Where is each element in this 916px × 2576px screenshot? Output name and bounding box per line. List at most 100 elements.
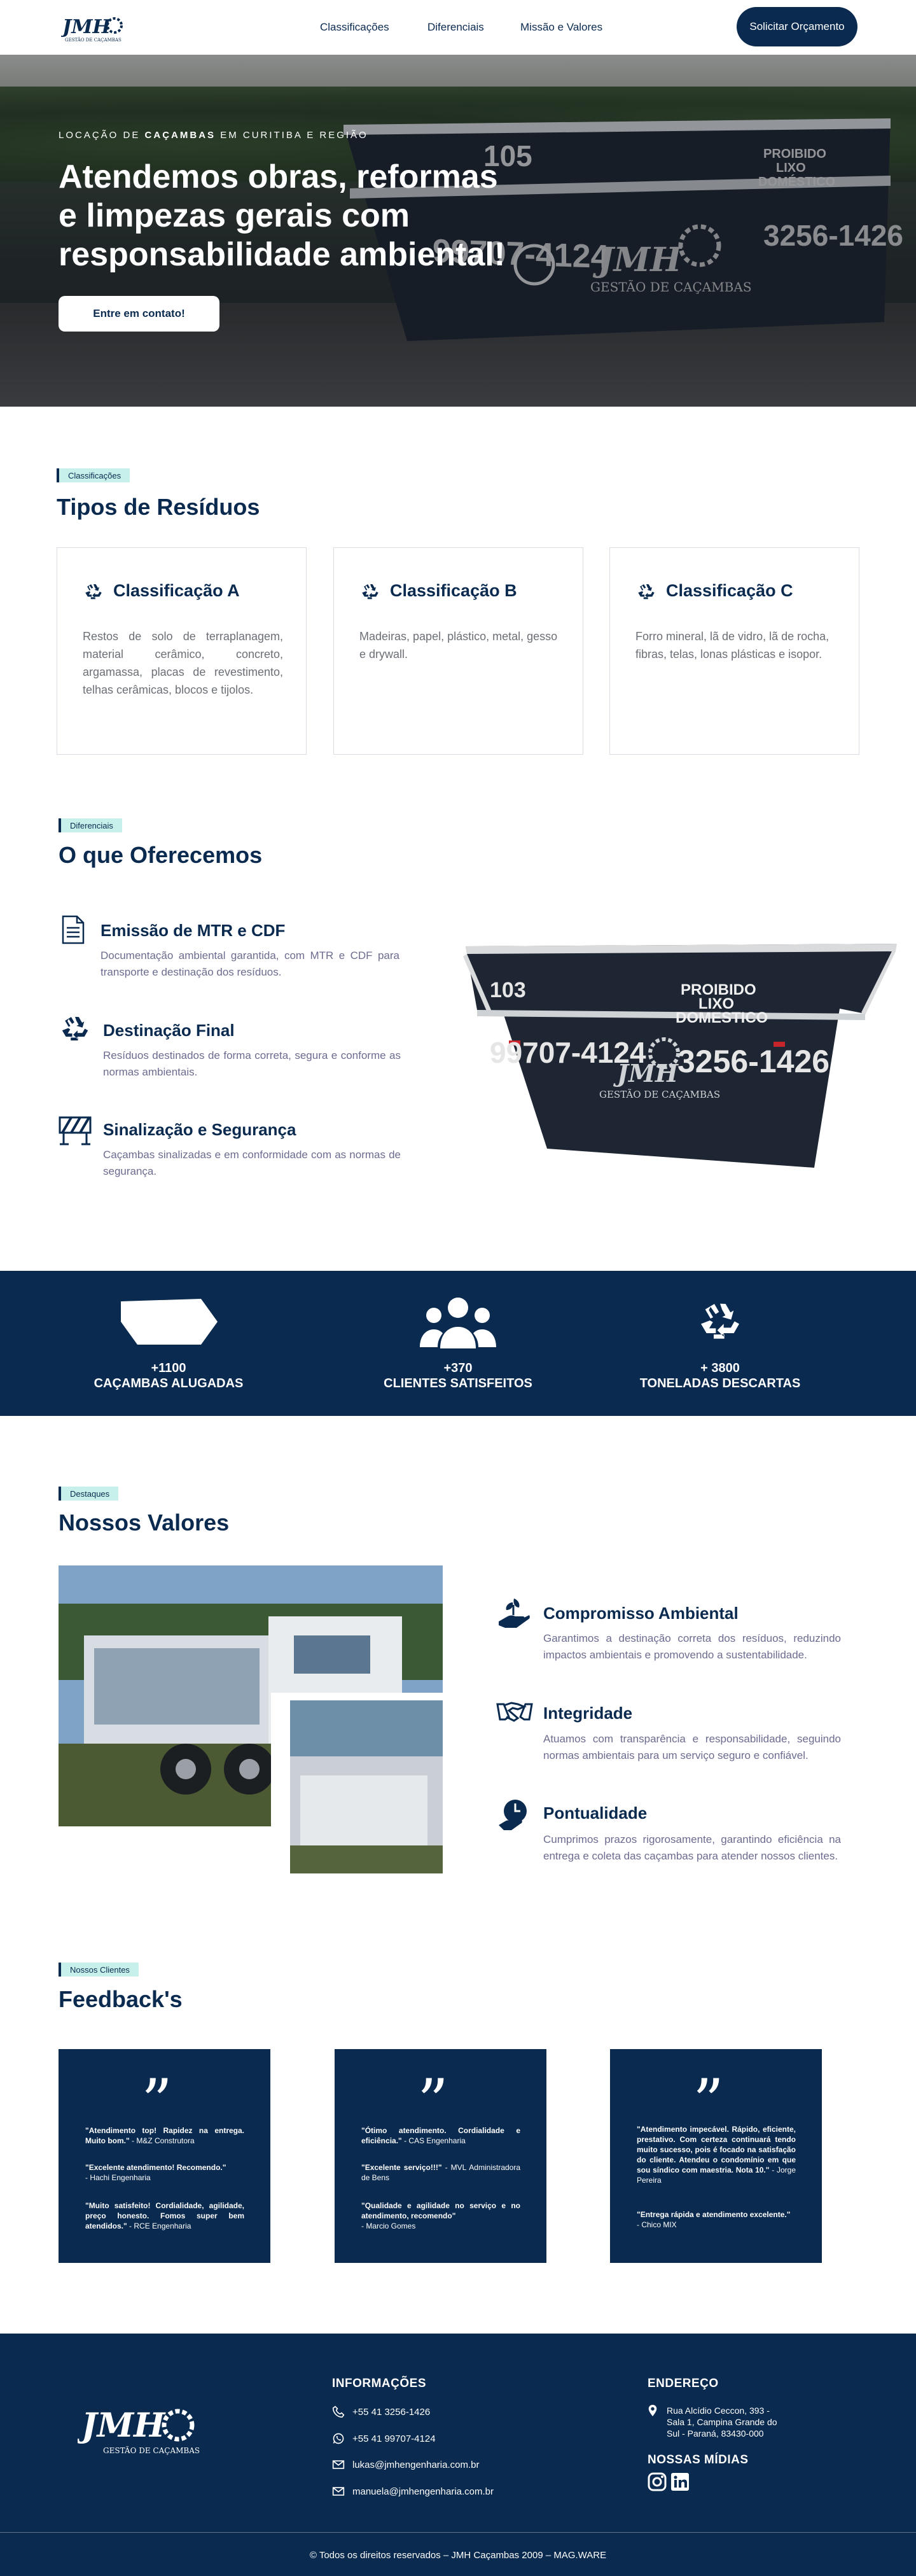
- svg-text:GESTÃO DE CAÇAMBAS: GESTÃO DE CAÇAMBAS: [65, 37, 121, 43]
- footer-copyright: © Todos os direitos reservados – JMH Caç…: [309, 2550, 607, 2561]
- value-title-integridade: Integridade: [543, 1704, 633, 1723]
- svg-text:JMH: JMH: [78, 2406, 166, 2445]
- card-text: Forro mineral, lã de vidro, lã de rocha,…: [635, 630, 829, 661]
- people-icon: [420, 1298, 496, 1348]
- footer-logo[interactable]: JMH GESTÃO DE CAÇAMBAS: [78, 2400, 211, 2458]
- value-text-ambiental: Garantimos a destinação correta dos resí…: [543, 1632, 841, 1661]
- nav-classificacoes[interactable]: Classificações: [320, 21, 389, 34]
- location-pin-icon: [648, 2405, 657, 2416]
- testimonial: "Atendimento top! Rapidez na entrega. Mu…: [85, 2126, 244, 2145]
- stat-label: CAÇAMBAS ALUGADAS: [94, 1376, 244, 1390]
- nav-missao-valores[interactable]: Missão e Valores: [520, 21, 602, 34]
- stat-number: + 3800: [700, 1361, 740, 1375]
- offer-text-sinalizacao: Caçambas sinalizadas e em conformidade c…: [103, 1149, 401, 1177]
- section-title-valores: Nossos Valores: [59, 1509, 230, 1536]
- feedback-card-2: ” "Ótimo atendimento. Cordialidade e efi…: [335, 2049, 546, 2263]
- footer-email-1[interactable]: lukas@jmhengenharia.com.br: [352, 2460, 480, 2470]
- card-text: Madeiras, papel, plástico, metal, gesso …: [359, 630, 558, 661]
- section-tag-classificacoes: Classificações: [57, 468, 130, 482]
- recycle-icon: [62, 1016, 88, 1040]
- hero-kicker: LOCAÇÃO DE CAÇAMBAS EM CURITIBA E REGIÃO: [59, 130, 368, 141]
- bin-logo: JMH: [613, 1059, 679, 1088]
- card-classificacao-c: Classificação C Forro mineral, lã de vid…: [609, 547, 859, 755]
- offer-text-destinacao: Resíduos destinados de forma correta, se…: [103, 1049, 401, 1078]
- stat-label: TONELADAS DESCARTAS: [639, 1376, 801, 1390]
- stat-number: +1100: [151, 1361, 186, 1375]
- svg-text:GESTÃO DE CAÇAMBAS: GESTÃO DE CAÇAMBAS: [103, 2446, 200, 2455]
- card-classificacao-a: Classificação A Restos de solo de terrap…: [57, 547, 307, 755]
- footer-address-title: ENDEREÇO: [648, 2377, 719, 2390]
- section-tag-destaques: Destaques: [59, 1487, 119, 1501]
- offer-title-destinacao: Destinação Final: [103, 1021, 235, 1040]
- card-title: Classificação A: [113, 581, 240, 600]
- truck-photo: [59, 1565, 443, 1873]
- testimonial: "Excelente serviço!!!" - MVL Administrad…: [361, 2163, 521, 2182]
- footer-info-title: INFORMAÇÕES: [332, 2377, 426, 2390]
- testimonial: "Qualidade e agilidade no serviço e no a…: [361, 2201, 520, 2230]
- footer-divider: [0, 2532, 916, 2533]
- bin-number: 103: [490, 978, 526, 1002]
- bin-phone-2: 3256-1426: [677, 1044, 829, 1079]
- footer-social-title: NOSSAS MÍDIAS: [648, 2453, 749, 2467]
- site-footer: JMH GESTÃO DE CAÇAMBAS INFORMAÇÕES +55 4…: [0, 2334, 916, 2576]
- quote-icon: ”: [693, 2066, 725, 2138]
- testimonial: "Atendimento impecável. Rápido, eficient…: [637, 2125, 796, 2185]
- testimonial: "Ótimo atendimento. Cordialidade e efici…: [361, 2126, 520, 2145]
- document-icon: [62, 915, 85, 944]
- svg-text:JMH: JMH: [61, 16, 111, 38]
- jmh-logo[interactable]: JMH GESTÃO DE CAÇAMBAS: [61, 11, 131, 45]
- feedback-card-3: ” "Atendimento impecável. Rápido, eficie…: [610, 2049, 822, 2263]
- footer-phone[interactable]: +55 41 3256-1426: [352, 2407, 430, 2418]
- instagram-icon[interactable]: [648, 2472, 667, 2491]
- section-tag-clientes: Nossos Clientes: [59, 1963, 139, 1977]
- clock-icon: [499, 1800, 527, 1830]
- stat-label: CLIENTES SATISFEITOS: [384, 1376, 532, 1390]
- container-icon: [121, 1299, 218, 1345]
- quote-icon: ”: [417, 2066, 449, 2138]
- card-classificacao-b: Classificação B Madeiras, papel, plástic…: [333, 547, 583, 755]
- handshake-icon: [496, 1702, 533, 1722]
- recycle-icon: [638, 584, 655, 599]
- value-text-pontualidade: Cumprimos prazos rigorosamente, garantin…: [543, 1833, 841, 1862]
- card-title: Classificação B: [390, 581, 517, 600]
- bin-logo-sub: GESTÃO DE CAÇAMBAS: [599, 1089, 720, 1100]
- stat-number: +370: [443, 1361, 473, 1375]
- linkedin-icon[interactable]: [670, 2472, 690, 2491]
- section-title-oferecemos: O que Oferecemos: [59, 842, 263, 868]
- card-title: Classificação C: [666, 581, 793, 600]
- offer-title-sinalizacao: Sinalização e Segurança: [103, 1120, 296, 1139]
- testimonial: "Entrega rápida e atendimento excelente.…: [637, 2210, 791, 2229]
- phone-icon: [332, 2405, 345, 2418]
- section-title-tipos: Tipos de Resíduos: [57, 494, 260, 520]
- value-text-integridade: Atuamos com transparência e responsabili…: [543, 1733, 841, 1761]
- section-tag-diferenciais: Diferenciais: [59, 818, 122, 832]
- request-quote-button[interactable]: Solicitar Orçamento: [737, 7, 857, 46]
- offer-title-mtr: Emissão de MTR e CDF: [101, 921, 286, 940]
- plant-hand-icon: [499, 1599, 530, 1628]
- bin-text-3: DOMESTICO: [676, 1009, 768, 1026]
- card-text: Restos de solo de terraplanagem, materia…: [83, 630, 283, 696]
- hero-title: Atendemos obras, reformas e limpezas ger…: [59, 158, 506, 273]
- nav-diferenciais[interactable]: Diferenciais: [427, 21, 484, 34]
- value-title-ambiental: Compromisso Ambiental: [543, 1604, 739, 1623]
- barrier-icon: [59, 1116, 92, 1145]
- whatsapp-icon: [333, 2433, 344, 2444]
- offer-text-mtr: Documentação ambiental garantida, com MT…: [101, 949, 399, 978]
- container-image: 103 PROIBIDO LIXO DOMESTICO 99707-4124 3…: [463, 944, 897, 1168]
- site-header: JMH GESTÃO DE CAÇAMBAS Classificações Di…: [0, 0, 916, 55]
- testimonial: "Muito satisfeito! Cordialidade, agilida…: [85, 2201, 244, 2230]
- recycle-icon: [85, 584, 102, 599]
- value-title-pontualidade: Pontualidade: [543, 1803, 648, 1823]
- feedback-card-1: ” "Atendimento top! Rapidez na entrega. …: [59, 2049, 270, 2263]
- stats-band: +1100 CAÇAMBAS ALUGADAS +370 CLIENTES SA…: [0, 1271, 916, 1416]
- testimonial: "Excelente atendimento! Recomendo." - Ha…: [85, 2163, 226, 2182]
- section-title-feedback: Feedback's: [59, 1986, 183, 2012]
- hero-section: 105 PROIBIDO LIXO DOMÉSTICO 99707-4124 3…: [0, 55, 916, 407]
- footer-address: Rua Alcídio Ceccon, 393 - Sala 1, Campina…: [667, 2405, 777, 2439]
- contact-button[interactable]: Entre em contato!: [59, 296, 219, 332]
- recycle-icon: [701, 1303, 739, 1339]
- footer-email-2[interactable]: manuela@jmhengenharia.com.br: [352, 2486, 494, 2497]
- footer-whatsapp[interactable]: +55 41 99707-4124: [352, 2433, 436, 2444]
- recycle-icon: [362, 584, 378, 599]
- email-icon: [332, 2460, 345, 2469]
